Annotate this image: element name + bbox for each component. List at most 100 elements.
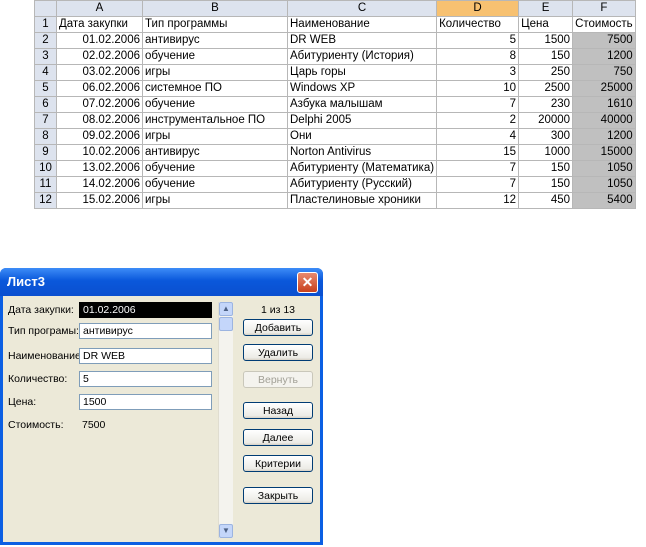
- cell-type[interactable]: обучение: [142, 96, 288, 113]
- next-button[interactable]: Далее: [243, 429, 313, 446]
- cell-type[interactable]: игры: [142, 192, 288, 209]
- cell-date[interactable]: 09.02.2006: [56, 128, 143, 145]
- name-field[interactable]: DR WEB: [79, 348, 212, 364]
- cell-date[interactable]: Дата закупки: [56, 16, 143, 33]
- cell-cost[interactable]: 1050: [572, 176, 636, 193]
- cell-date[interactable]: 01.02.2006: [56, 32, 143, 49]
- cell-quantity[interactable]: 2: [436, 112, 520, 129]
- cell-quantity[interactable]: 7: [436, 176, 520, 193]
- cell-name[interactable]: Царь горы: [286, 64, 438, 81]
- row-number[interactable]: 10: [34, 160, 57, 177]
- criteria-button[interactable]: Критерии: [243, 455, 313, 472]
- cell-quantity[interactable]: 10: [436, 80, 520, 97]
- cell-cost[interactable]: 1050: [572, 160, 636, 177]
- cell-quantity[interactable]: 3: [436, 64, 520, 81]
- cell-name[interactable]: Norton Antivirus: [286, 144, 438, 161]
- row-number[interactable]: 2: [34, 32, 57, 49]
- cell-price[interactable]: 150: [518, 176, 574, 193]
- cell-name[interactable]: Они: [286, 128, 438, 145]
- cell-cost[interactable]: 750: [572, 64, 636, 81]
- cell-price[interactable]: 150: [518, 160, 574, 177]
- close-icon[interactable]: ✕: [297, 272, 318, 293]
- cell-name[interactable]: Наименование: [286, 16, 438, 33]
- cell-name[interactable]: DR WEB: [286, 32, 438, 49]
- cell-name[interactable]: Азбука малышам: [286, 96, 438, 113]
- cell-price[interactable]: 300: [518, 128, 574, 145]
- row-number[interactable]: 5: [34, 80, 57, 97]
- column-header-e[interactable]: E: [518, 0, 574, 17]
- cell-date[interactable]: 08.02.2006: [56, 112, 143, 129]
- cell-quantity[interactable]: 15: [436, 144, 520, 161]
- cell-type[interactable]: антивирус: [142, 32, 288, 49]
- quantity-field[interactable]: 5: [79, 371, 212, 387]
- cell-price[interactable]: 450: [518, 192, 574, 209]
- cell-price[interactable]: 1500: [518, 32, 574, 49]
- cell-type[interactable]: инструментальное ПО: [142, 112, 288, 129]
- cell-name[interactable]: Абитуриенту (Русский): [286, 176, 438, 193]
- row-number[interactable]: 7: [34, 112, 57, 129]
- cell-date[interactable]: 03.02.2006: [56, 64, 143, 81]
- price-field[interactable]: 1500: [79, 394, 212, 410]
- cell-cost[interactable]: 1200: [572, 48, 636, 65]
- cell-name[interactable]: Абитуриенту (История): [286, 48, 438, 65]
- cell-price[interactable]: 250: [518, 64, 574, 81]
- cell-name[interactable]: Windows XP: [286, 80, 438, 97]
- cell-type[interactable]: Тип программы: [142, 16, 288, 33]
- cell-price[interactable]: 230: [518, 96, 574, 113]
- cell-date[interactable]: 13.02.2006: [56, 160, 143, 177]
- row-number[interactable]: 3: [34, 48, 57, 65]
- row-number[interactable]: 12: [34, 192, 57, 209]
- cell-date[interactable]: 06.02.2006: [56, 80, 143, 97]
- cell-type[interactable]: антивирус: [142, 144, 288, 161]
- cell-type[interactable]: обучение: [142, 160, 288, 177]
- date-field[interactable]: 01.02.2006: [79, 302, 212, 318]
- row-number[interactable]: 1: [34, 16, 57, 33]
- cell-date[interactable]: 02.02.2006: [56, 48, 143, 65]
- cell-date[interactable]: 14.02.2006: [56, 176, 143, 193]
- cell-cost[interactable]: 1200: [572, 128, 636, 145]
- cell-cost[interactable]: 5400: [572, 192, 636, 209]
- cell-quantity[interactable]: 7: [436, 96, 520, 113]
- row-number[interactable]: 6: [34, 96, 57, 113]
- cell-name[interactable]: Пластелиновые хроники: [286, 192, 438, 209]
- cell-type[interactable]: системное ПО: [142, 80, 288, 97]
- scroll-thumb[interactable]: [219, 317, 233, 331]
- cell-cost[interactable]: 7500: [572, 32, 636, 49]
- cell-cost[interactable]: 25000: [572, 80, 636, 97]
- column-header-f[interactable]: F: [572, 0, 636, 17]
- cell-price[interactable]: 1000: [518, 144, 574, 161]
- cell-date[interactable]: 10.02.2006: [56, 144, 143, 161]
- row-number[interactable]: 9: [34, 144, 57, 161]
- column-header-c[interactable]: C: [286, 0, 438, 17]
- cell-price[interactable]: 2500: [518, 80, 574, 97]
- scroll-down-icon[interactable]: ▼: [219, 524, 233, 538]
- cell-cost[interactable]: 40000: [572, 112, 636, 129]
- add-button[interactable]: Добавить: [243, 319, 313, 336]
- restore-button[interactable]: Вернуть: [243, 371, 313, 388]
- cell-date[interactable]: 15.02.2006: [56, 192, 143, 209]
- row-number[interactable]: 4: [34, 64, 57, 81]
- cell-cost[interactable]: Стоимость: [572, 16, 636, 33]
- row-number[interactable]: 8: [34, 128, 57, 145]
- cell-price[interactable]: 20000: [518, 112, 574, 129]
- cell-quantity[interactable]: 12: [436, 192, 520, 209]
- cell-quantity[interactable]: Количество: [436, 16, 520, 33]
- cell-quantity[interactable]: 5: [436, 32, 520, 49]
- cell-type[interactable]: обучение: [142, 176, 288, 193]
- cell-name[interactable]: Абитуриенту (Математика): [286, 160, 438, 177]
- select-all-corner[interactable]: [34, 0, 57, 17]
- close-button[interactable]: Закрыть: [243, 487, 313, 504]
- cell-cost[interactable]: 1610: [572, 96, 636, 113]
- cell-type[interactable]: обучение: [142, 48, 288, 65]
- cell-quantity[interactable]: 8: [436, 48, 520, 65]
- dialog-titlebar[interactable]: Лист3 ✕: [0, 268, 323, 296]
- cell-type[interactable]: игры: [142, 128, 288, 145]
- cell-date[interactable]: 07.02.2006: [56, 96, 143, 113]
- column-header-b[interactable]: B: [142, 0, 288, 17]
- delete-button[interactable]: Удалить: [243, 344, 313, 361]
- cell-price[interactable]: 150: [518, 48, 574, 65]
- scroll-up-icon[interactable]: ▲: [219, 302, 233, 316]
- type-field[interactable]: антивирус: [79, 323, 212, 339]
- cell-name[interactable]: Delphi 2005: [286, 112, 438, 129]
- record-scrollbar[interactable]: ▲ ▼: [218, 302, 233, 538]
